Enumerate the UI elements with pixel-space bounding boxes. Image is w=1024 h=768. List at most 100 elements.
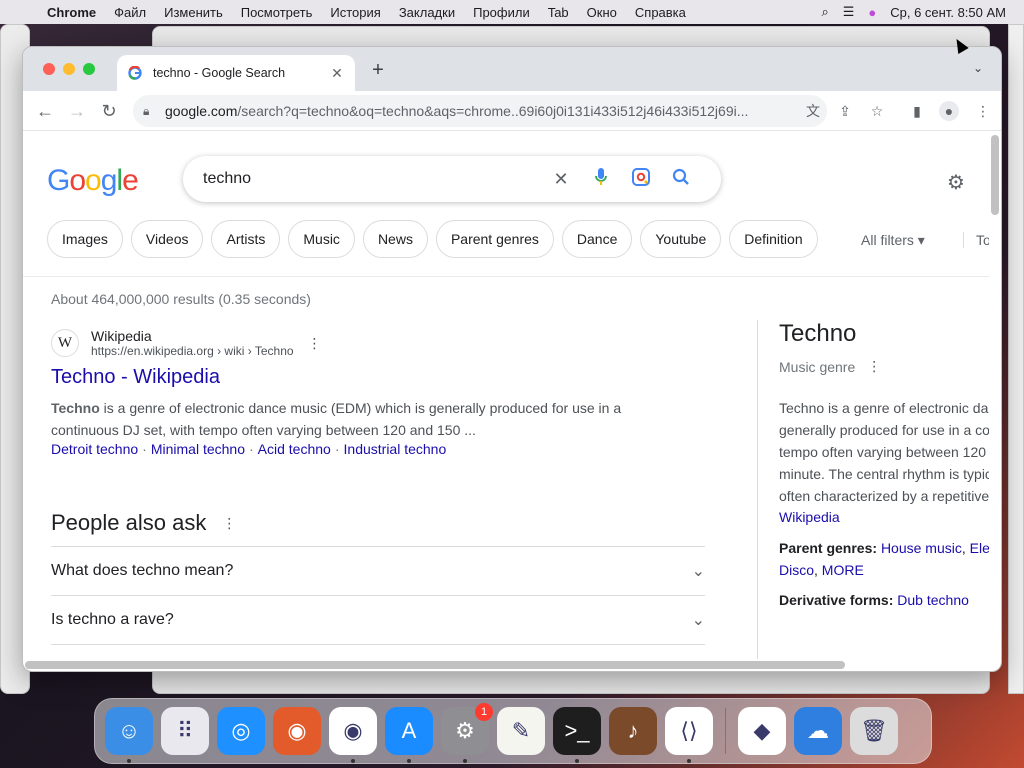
visual-studio-icon[interactable]: ◆ bbox=[738, 707, 786, 755]
kp-parent-genres: Parent genres: House music, Ele Disco, M… bbox=[779, 540, 989, 578]
horizontal-scrollbar[interactable] bbox=[25, 661, 845, 669]
weather-icon[interactable]: ☁ bbox=[794, 707, 842, 755]
clear-search-icon[interactable]: ✕ bbox=[541, 169, 581, 190]
result-sitelinks: Detroit techno · Minimal techno · Acid techn… bbox=[51, 441, 671, 457]
filter-chips: Images Videos Artists Music News Parent genre… bbox=[47, 220, 818, 258]
filter-chip[interactable]: Artists bbox=[211, 220, 281, 258]
voice-search-icon[interactable] bbox=[581, 167, 621, 192]
kp-more-options-icon[interactable]: ⋮ bbox=[867, 358, 881, 375]
lens-search-icon[interactable] bbox=[621, 167, 661, 192]
profile-avatar-icon[interactable]: ● bbox=[939, 101, 959, 121]
firefox-icon[interactable]: ◉ bbox=[273, 707, 321, 755]
tab-google-search[interactable]: techno - Google Search ✕ bbox=[117, 55, 355, 91]
result-more-options-icon[interactable]: ⋮ bbox=[308, 335, 322, 352]
kp-source-link[interactable]: Wikipedia bbox=[779, 509, 989, 525]
filter-chip[interactable]: Videos bbox=[130, 220, 204, 258]
sitelink[interactable]: Detroit techno bbox=[51, 441, 138, 457]
filter-chip[interactable]: Parent genres bbox=[435, 220, 554, 258]
kp-parent-link-ele[interactable]: Ele bbox=[970, 540, 989, 556]
result-source[interactable]: W Wikipedia https://en.wikipedia.org › w… bbox=[51, 328, 671, 358]
kp-parent-link-house[interactable]: House music bbox=[881, 540, 962, 556]
kp-parent-link-more[interactable]: MORE bbox=[822, 562, 864, 578]
tab-close-icon[interactable]: ✕ bbox=[329, 65, 345, 82]
menu-item[interactable]: Chrome bbox=[38, 5, 105, 20]
dock-glyph: ◆ bbox=[753, 718, 771, 743]
app-store-icon[interactable]: A bbox=[385, 707, 433, 763]
side-panel-icon[interactable]: ▮ bbox=[907, 101, 927, 121]
paa-heading: People also ask bbox=[51, 510, 207, 535]
address-url[interactable]: google.com/search?q=techno&oq=techno&aqs… bbox=[165, 103, 817, 119]
paa-more-options-icon[interactable]: ⋮ bbox=[222, 515, 236, 532]
search-result: W Wikipedia https://en.wikipedia.org › w… bbox=[51, 328, 671, 457]
sitelink[interactable]: Minimal techno bbox=[151, 441, 245, 457]
filter-chip[interactable]: Definition bbox=[729, 220, 818, 258]
google-favicon-icon bbox=[127, 65, 143, 81]
filter-chip[interactable]: News bbox=[362, 220, 428, 258]
share-icon[interactable]: ⇪ bbox=[835, 101, 855, 121]
result-site-name[interactable]: Wikipedia bbox=[91, 328, 294, 344]
result-title-link[interactable]: Techno - Wikipedia bbox=[51, 366, 671, 389]
kp-derivative-link[interactable]: Dub techno bbox=[897, 592, 969, 608]
chrome-menu-icon[interactable]: ⋮ bbox=[973, 101, 993, 121]
paa-question[interactable]: Is techno a rave? ⌄ bbox=[51, 595, 705, 644]
menu-item[interactable]: Окно bbox=[578, 5, 626, 20]
tab-search-chevron-icon[interactable]: ⌄ bbox=[973, 61, 983, 75]
search-box[interactable]: techno ✕ bbox=[183, 156, 721, 202]
filter-chip[interactable]: Youtube bbox=[640, 220, 722, 258]
back-button[interactable]: ← bbox=[33, 99, 57, 123]
textedit-icon[interactable]: ✎ bbox=[497, 707, 545, 755]
finder-icon[interactable]: ☺ bbox=[105, 707, 153, 763]
lock-icon[interactable]: 🔒︎ bbox=[143, 104, 155, 119]
menu-item[interactable]: Tab bbox=[539, 5, 578, 20]
logo-letter: o bbox=[85, 164, 102, 197]
menu-item[interactable]: Изменить bbox=[155, 5, 232, 20]
background-window-right[interactable] bbox=[1008, 24, 1024, 694]
filter-chip[interactable]: Music bbox=[288, 220, 355, 258]
garageband-icon[interactable]: ♪ bbox=[609, 707, 657, 755]
launchpad-icon[interactable]: ⠿ bbox=[161, 707, 209, 755]
menubar-clock[interactable]: Ср, 6 сент. 8:50 AM bbox=[890, 5, 1006, 20]
chevron-down-icon[interactable]: ⌄ bbox=[692, 610, 705, 630]
dock-glyph: ♪ bbox=[627, 718, 639, 743]
system-settings-icon[interactable]: ⚙ 1 bbox=[441, 703, 493, 763]
menu-item[interactable]: Справка bbox=[626, 5, 695, 20]
filter-chip[interactable]: Images bbox=[47, 220, 123, 258]
paa-question[interactable]: What does techno mean? ⌄ bbox=[51, 546, 705, 595]
settings-gear-icon[interactable]: ⚙ bbox=[947, 170, 965, 195]
zoom-window-button[interactable] bbox=[83, 63, 95, 75]
macos-menubar: Chrome Файл Изменить Посмотреть История Закла… bbox=[0, 0, 1024, 24]
search-input[interactable]: techno bbox=[203, 170, 541, 188]
translate-icon[interactable]: 文 bbox=[803, 101, 823, 121]
vscode-icon[interactable]: ⟨⟩ bbox=[665, 707, 713, 763]
menu-item[interactable]: История bbox=[321, 5, 389, 20]
close-window-button[interactable] bbox=[43, 63, 55, 75]
reload-button[interactable]: ↻ bbox=[97, 99, 121, 123]
search-submit-icon[interactable] bbox=[661, 168, 701, 191]
new-tab-button[interactable]: + bbox=[367, 59, 389, 82]
trash-icon[interactable]: 🗑 bbox=[850, 707, 898, 755]
google-logo[interactable]: Google bbox=[47, 164, 139, 198]
all-filters-button[interactable]: All filters ▾ bbox=[861, 232, 925, 249]
menu-item[interactable]: Посмотреть bbox=[232, 5, 322, 20]
address-bar[interactable]: 🔒︎ google.com/search?q=techno&oq=techno&… bbox=[133, 95, 827, 127]
sitelink[interactable]: Acid techno bbox=[258, 441, 331, 457]
control-center-icon[interactable]: ☰ bbox=[843, 4, 855, 20]
terminal-icon[interactable]: >_ bbox=[553, 707, 601, 763]
bookmark-star-icon[interactable]: ☆ bbox=[867, 101, 887, 121]
siri-icon[interactable]: ● bbox=[868, 5, 876, 20]
chrome-icon[interactable]: ◉ bbox=[329, 707, 377, 763]
kp-parent-link-disco[interactable]: Disco bbox=[779, 562, 814, 578]
menu-item[interactable]: Закладки bbox=[390, 5, 464, 20]
forward-button[interactable]: → bbox=[65, 99, 89, 123]
sitelink[interactable]: Industrial techno bbox=[344, 441, 447, 457]
search-icon[interactable]: ⌕ bbox=[821, 4, 828, 20]
menu-item[interactable]: Файл bbox=[105, 5, 155, 20]
filter-chip[interactable]: Dance bbox=[561, 220, 633, 258]
minimize-window-button[interactable] bbox=[63, 63, 75, 75]
vertical-scrollbar[interactable] bbox=[991, 135, 999, 215]
chevron-down-icon[interactable]: ⌄ bbox=[692, 561, 705, 581]
menu-item[interactable]: Профили bbox=[464, 5, 539, 20]
result-cite-url[interactable]: https://en.wikipedia.org › wiki › Techno bbox=[91, 344, 294, 358]
tools-button[interactable]: Tools bbox=[963, 232, 989, 248]
safari-icon[interactable]: ◎ bbox=[217, 707, 265, 755]
